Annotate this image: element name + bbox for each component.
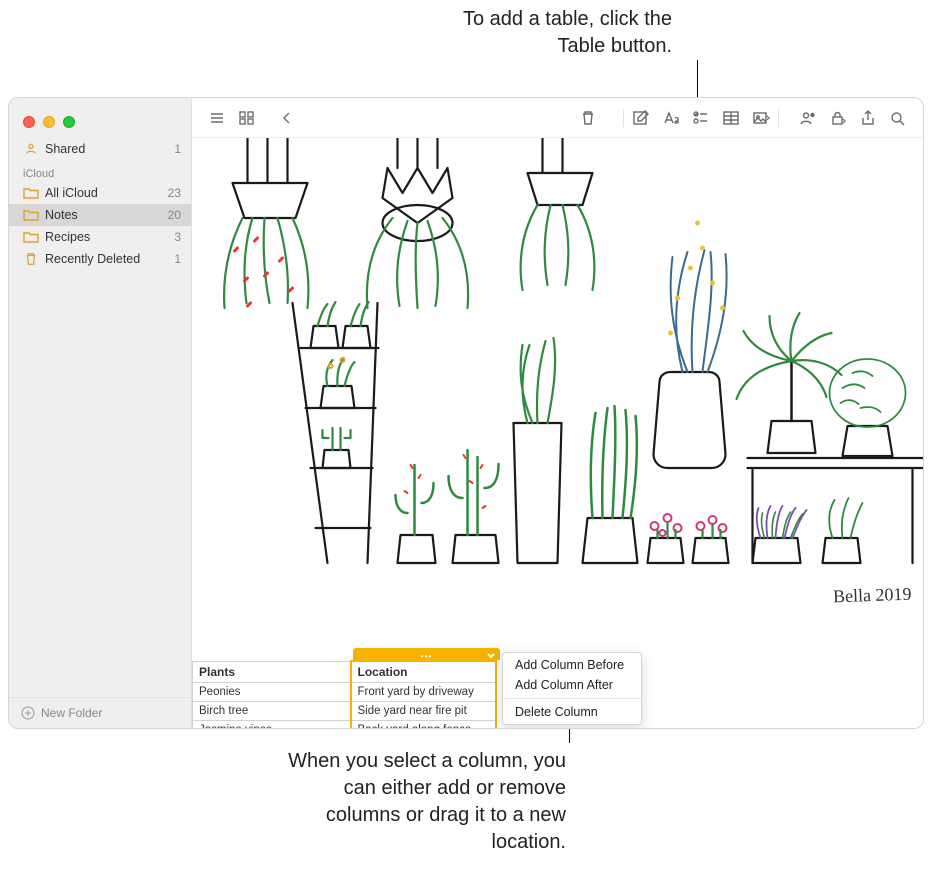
chevron-left-icon xyxy=(278,110,296,126)
compose-icon xyxy=(632,110,650,126)
table-cell[interactable]: Birch tree xyxy=(193,702,351,721)
table-cell[interactable]: Side yard near fire pit xyxy=(351,702,496,721)
note-table-container: Plants Location Peonies Front yard by dr… xyxy=(192,648,497,728)
folder-icon xyxy=(23,208,39,222)
new-note-button[interactable] xyxy=(626,105,656,131)
sidebar-item-recently-deleted[interactable]: Recently Deleted 1 xyxy=(9,248,191,270)
sidebar-item-notes[interactable]: Notes 20 xyxy=(9,204,191,226)
table-cell[interactable]: Jasmine vines xyxy=(193,721,351,729)
folder-icon xyxy=(23,186,39,200)
toolbar xyxy=(192,98,923,138)
search-button[interactable] xyxy=(883,105,913,131)
checklist-icon xyxy=(692,110,710,126)
table-header[interactable]: Location xyxy=(351,661,496,683)
plus-circle-icon xyxy=(21,706,35,720)
note-content[interactable]: Bella 2019 Plants Location Peonies Front… xyxy=(192,138,923,728)
person-add-icon xyxy=(799,110,817,126)
sidebar-item-count: 3 xyxy=(174,230,181,244)
sidebar: Shared 1 iCloud All iCloud 23 Notes 20 R… xyxy=(9,98,192,728)
person-icon xyxy=(23,142,39,156)
list-icon xyxy=(208,110,226,126)
sidebar-item-label: Notes xyxy=(45,208,78,222)
menu-item-delete-column[interactable]: Delete Column xyxy=(503,702,641,722)
menu-item-add-column-before[interactable]: Add Column Before xyxy=(503,655,641,675)
sidebar-item-label: Recipes xyxy=(45,230,90,244)
search-icon xyxy=(889,110,907,126)
format-button[interactable] xyxy=(656,105,686,131)
collaborate-button[interactable] xyxy=(793,105,823,131)
table-icon xyxy=(722,110,740,126)
gallery-view-button[interactable] xyxy=(232,105,262,131)
signature: Bella 2019 xyxy=(832,584,911,608)
column-handle[interactable] xyxy=(353,648,500,660)
sidebar-item-shared[interactable]: Shared 1 xyxy=(9,138,191,160)
table-button[interactable] xyxy=(716,105,746,131)
drawing xyxy=(192,138,923,608)
zoom-window-button[interactable] xyxy=(63,116,75,128)
lock-icon xyxy=(829,110,847,126)
sidebar-item-count: 23 xyxy=(168,186,181,200)
menu-separator xyxy=(503,698,641,699)
sidebar-item-all-icloud[interactable]: All iCloud 23 xyxy=(9,182,191,204)
window-controls xyxy=(9,98,191,138)
back-button[interactable] xyxy=(272,105,302,131)
sidebar-item-label: Recently Deleted xyxy=(45,252,140,266)
text-format-icon xyxy=(662,110,680,126)
new-folder-button[interactable]: New Folder xyxy=(9,697,191,728)
table-cell[interactable]: Peonies xyxy=(193,683,351,702)
delete-note-button[interactable] xyxy=(573,105,603,131)
sidebar-item-count: 20 xyxy=(168,208,181,222)
callout-top: To add a table, click the Table button. xyxy=(420,6,672,60)
table-cell[interactable]: Back yard along fence xyxy=(351,721,496,729)
sidebar-item-count: 1 xyxy=(174,252,181,266)
plants-illustration xyxy=(192,138,923,608)
checklist-button[interactable] xyxy=(686,105,716,131)
sidebar-item-label: Shared xyxy=(45,142,85,156)
share-button[interactable] xyxy=(853,105,883,131)
app-window: Shared 1 iCloud All iCloud 23 Notes 20 R… xyxy=(8,97,924,729)
note-table[interactable]: Plants Location Peonies Front yard by dr… xyxy=(192,660,497,728)
callout-line xyxy=(697,60,698,97)
table-cell[interactable]: Front yard by driveway xyxy=(351,683,496,702)
main-area: Bella 2019 Plants Location Peonies Front… xyxy=(192,98,923,728)
callout-bottom: When you select a column, you can either… xyxy=(266,748,566,856)
list-view-button[interactable] xyxy=(202,105,232,131)
minimize-window-button[interactable] xyxy=(43,116,55,128)
table-header[interactable]: Plants xyxy=(193,661,351,683)
close-window-button[interactable] xyxy=(23,116,35,128)
folder-icon xyxy=(23,230,39,244)
menu-item-add-column-after[interactable]: Add Column After xyxy=(503,675,641,695)
grid-icon xyxy=(238,110,256,126)
trash-icon xyxy=(23,252,39,266)
sidebar-item-count: 1 xyxy=(174,142,181,156)
context-menu: Add Column Before Add Column After Delet… xyxy=(502,652,642,725)
share-icon xyxy=(859,110,877,126)
drag-dots-icon xyxy=(421,647,432,662)
new-folder-label: New Folder xyxy=(41,706,102,720)
sidebar-section-icloud: iCloud xyxy=(9,160,191,182)
trash-icon xyxy=(579,110,597,126)
chevron-down-icon xyxy=(486,649,496,664)
photo-icon xyxy=(752,110,770,126)
media-button[interactable] xyxy=(746,105,776,131)
lock-button[interactable] xyxy=(823,105,853,131)
sidebar-item-recipes[interactable]: Recipes 3 xyxy=(9,226,191,248)
sidebar-item-label: All iCloud xyxy=(45,186,98,200)
